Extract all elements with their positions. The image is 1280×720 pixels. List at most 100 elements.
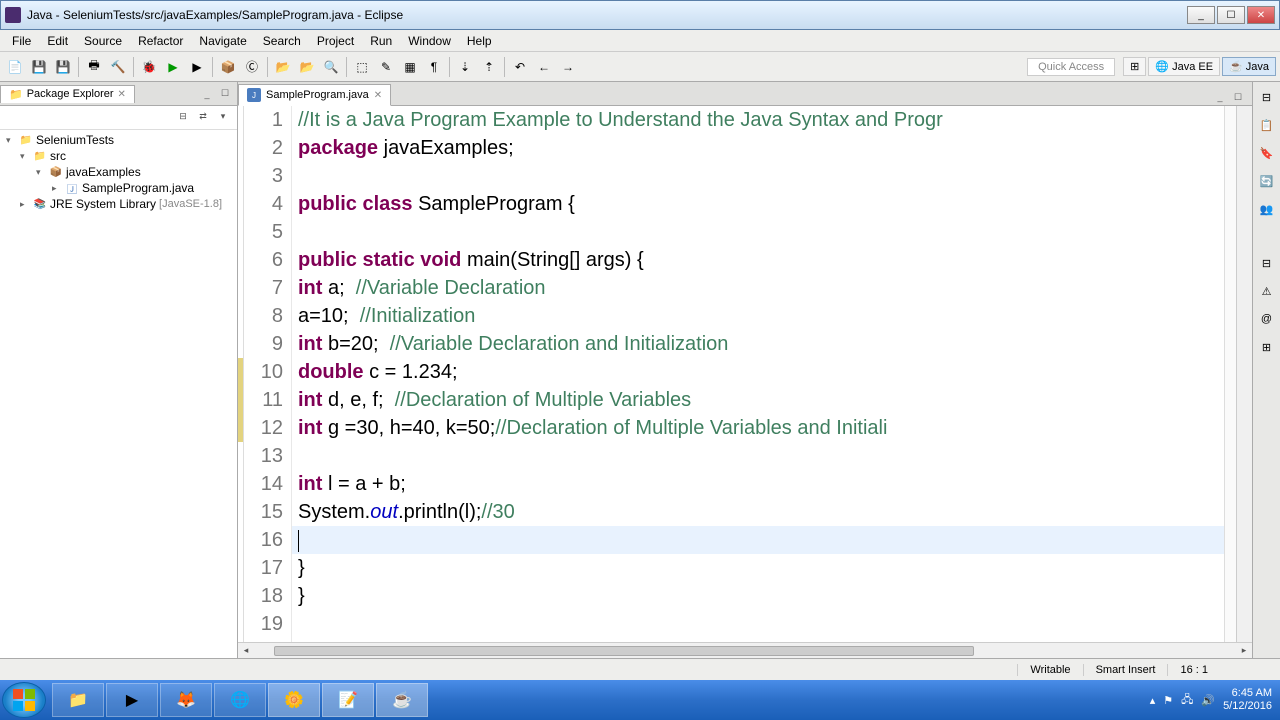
view-menu-button[interactable]: ▾ (215, 108, 231, 124)
tray-volume-icon[interactable]: 🔊 (1201, 694, 1215, 707)
line-number[interactable]: 10 (244, 358, 283, 386)
line-number[interactable]: 5 (244, 218, 283, 246)
problems-button[interactable]: ⚠ (1256, 280, 1278, 302)
menu-search[interactable]: Search (255, 32, 309, 50)
code-line[interactable]: int a; //Variable Declaration (292, 274, 1224, 302)
menu-file[interactable]: File (4, 32, 39, 50)
menu-project[interactable]: Project (309, 32, 362, 50)
editor-tab[interactable]: J SampleProgram.java ✕ (238, 84, 391, 106)
warning-marker-icon[interactable] (238, 386, 243, 414)
code-line[interactable]: int g =30, h=40, k=50;//Declaration of M… (292, 414, 1224, 442)
line-number-gutter[interactable]: 12345678910111213141516171819 (244, 106, 292, 642)
new-class-button[interactable]: Ⓒ (241, 56, 263, 78)
tree-project[interactable]: ▾ 📁 SeleniumTests (2, 132, 235, 148)
minimize-button[interactable]: _ (1187, 6, 1215, 24)
line-number[interactable]: 16 (244, 526, 283, 554)
tree-package[interactable]: ▾ 📦 javaExamples (2, 164, 235, 180)
code-line[interactable]: //It is a Java Program Example to Unders… (292, 106, 1224, 134)
build-button[interactable]: 🔨 (107, 56, 129, 78)
save-all-button[interactable]: 💾 (52, 56, 74, 78)
menu-window[interactable]: Window (400, 32, 459, 50)
code-editor[interactable]: 12345678910111213141516171819 //It is a … (238, 106, 1252, 642)
line-number[interactable]: 6 (244, 246, 283, 274)
outline-button[interactable]: 🔖 (1256, 142, 1278, 164)
last-edit-button[interactable]: ↶ (509, 56, 531, 78)
package-explorer-tab[interactable]: 📁 Package Explorer ✕ (0, 85, 135, 103)
line-number[interactable]: 3 (244, 162, 283, 190)
restore-button[interactable]: ⊟ (1256, 86, 1278, 108)
start-button[interactable] (2, 682, 46, 718)
tray-clock[interactable]: 6:45 AM 5/12/2016 (1223, 687, 1272, 713)
code-line[interactable]: int d, e, f; //Declaration of Multiple V… (292, 386, 1224, 414)
menu-help[interactable]: Help (459, 32, 500, 50)
menu-run[interactable]: Run (362, 32, 400, 50)
expand-icon[interactable]: ▾ (6, 135, 16, 146)
toggle-block-button[interactable]: ▦ (399, 56, 421, 78)
show-whitespace-button[interactable]: ¶ (423, 56, 445, 78)
open-task-button[interactable]: 📂 (296, 56, 318, 78)
line-number[interactable]: 4 (244, 190, 283, 218)
horizontal-scrollbar[interactable]: ◂ ▸ (238, 642, 1252, 658)
open-type-button[interactable]: 📂 (272, 56, 294, 78)
line-number[interactable]: 1 (244, 106, 283, 134)
collapse-all-button[interactable]: ⊟ (175, 108, 191, 124)
declaration-button[interactable]: ⊞ (1256, 336, 1278, 358)
new-button[interactable]: 📄 (4, 56, 26, 78)
prev-annotation-button[interactable]: ⇡ (478, 56, 500, 78)
restore-lower-button[interactable]: ⊟ (1256, 252, 1278, 274)
scroll-thumb[interactable] (274, 646, 974, 656)
code-line[interactable] (292, 526, 1224, 554)
link-editor-button[interactable]: ⇄ (195, 108, 211, 124)
taskbar-explorer[interactable]: 📁 (52, 683, 104, 717)
coverage-button[interactable]: ▶ (186, 56, 208, 78)
code-line[interactable]: public class SampleProgram { (292, 190, 1224, 218)
debug-button[interactable]: 🐞 (138, 56, 160, 78)
menu-edit[interactable]: Edit (39, 32, 76, 50)
line-number[interactable]: 18 (244, 582, 283, 610)
close-icon[interactable]: ✕ (118, 89, 126, 100)
print-button[interactable]: 🖶 (83, 56, 105, 78)
line-number[interactable]: 2 (244, 134, 283, 162)
taskbar-firefox[interactable]: 🦊 (160, 683, 212, 717)
taskbar-gotomeeting[interactable]: 🌼 (268, 683, 320, 717)
scroll-right-button[interactable]: ▸ (1236, 643, 1252, 659)
line-number[interactable]: 14 (244, 470, 283, 498)
next-annotation-button[interactable]: ⇣ (454, 56, 476, 78)
close-button[interactable]: ✕ (1247, 6, 1275, 24)
line-number[interactable]: 15 (244, 498, 283, 526)
line-number[interactable]: 7 (244, 274, 283, 302)
code-line[interactable]: public static void main(String[] args) { (292, 246, 1224, 274)
code-line[interactable]: double c = 1.234; (292, 358, 1224, 386)
warning-marker-icon[interactable] (238, 358, 243, 386)
save-button[interactable]: 💾 (28, 56, 50, 78)
annotation-ruler[interactable] (238, 106, 244, 642)
menu-source[interactable]: Source (76, 32, 130, 50)
expand-icon[interactable]: ▾ (20, 151, 30, 162)
quick-access-input[interactable]: Quick Access (1027, 58, 1115, 76)
line-number[interactable]: 19 (244, 610, 283, 638)
taskbar-media-player[interactable]: ▶ (106, 683, 158, 717)
project-tree[interactable]: ▾ 📁 SeleniumTests ▾ 📁 src ▾ 📦 javaExampl… (0, 130, 237, 658)
javadoc-button[interactable]: @ (1256, 308, 1278, 330)
line-number[interactable]: 11 (244, 386, 283, 414)
tray-show-hidden-icon[interactable]: ▴ (1150, 694, 1156, 707)
perspective-java[interactable]: ☕Java (1222, 57, 1276, 76)
menu-navigate[interactable]: Navigate (191, 32, 254, 50)
maximize-view-button[interactable]: ☐ (217, 86, 233, 102)
open-perspective-button[interactable]: ⊞ (1123, 57, 1146, 76)
minimize-editor-button[interactable]: _ (1212, 89, 1228, 105)
code-line[interactable]: package javaExamples; (292, 134, 1224, 162)
scroll-left-button[interactable]: ◂ (238, 643, 254, 659)
tray-network-icon[interactable]: 🖧 (1181, 691, 1193, 710)
code-line[interactable]: } (292, 554, 1224, 582)
tray-flag-icon[interactable]: ⚑ (1163, 694, 1173, 707)
code-line[interactable]: a=10; //Initialization (292, 302, 1224, 330)
search-button[interactable]: 🔍 (320, 56, 342, 78)
back-button[interactable]: ← (533, 56, 555, 78)
toggle-breadcrumb-button[interactable]: ⬚ (351, 56, 373, 78)
code-line[interactable]: int l = a + b; (292, 470, 1224, 498)
line-number[interactable]: 8 (244, 302, 283, 330)
sync-button[interactable]: 🔄 (1256, 170, 1278, 192)
code-line[interactable]: } (292, 582, 1224, 610)
code-content[interactable]: //It is a Java Program Example to Unders… (292, 106, 1224, 642)
